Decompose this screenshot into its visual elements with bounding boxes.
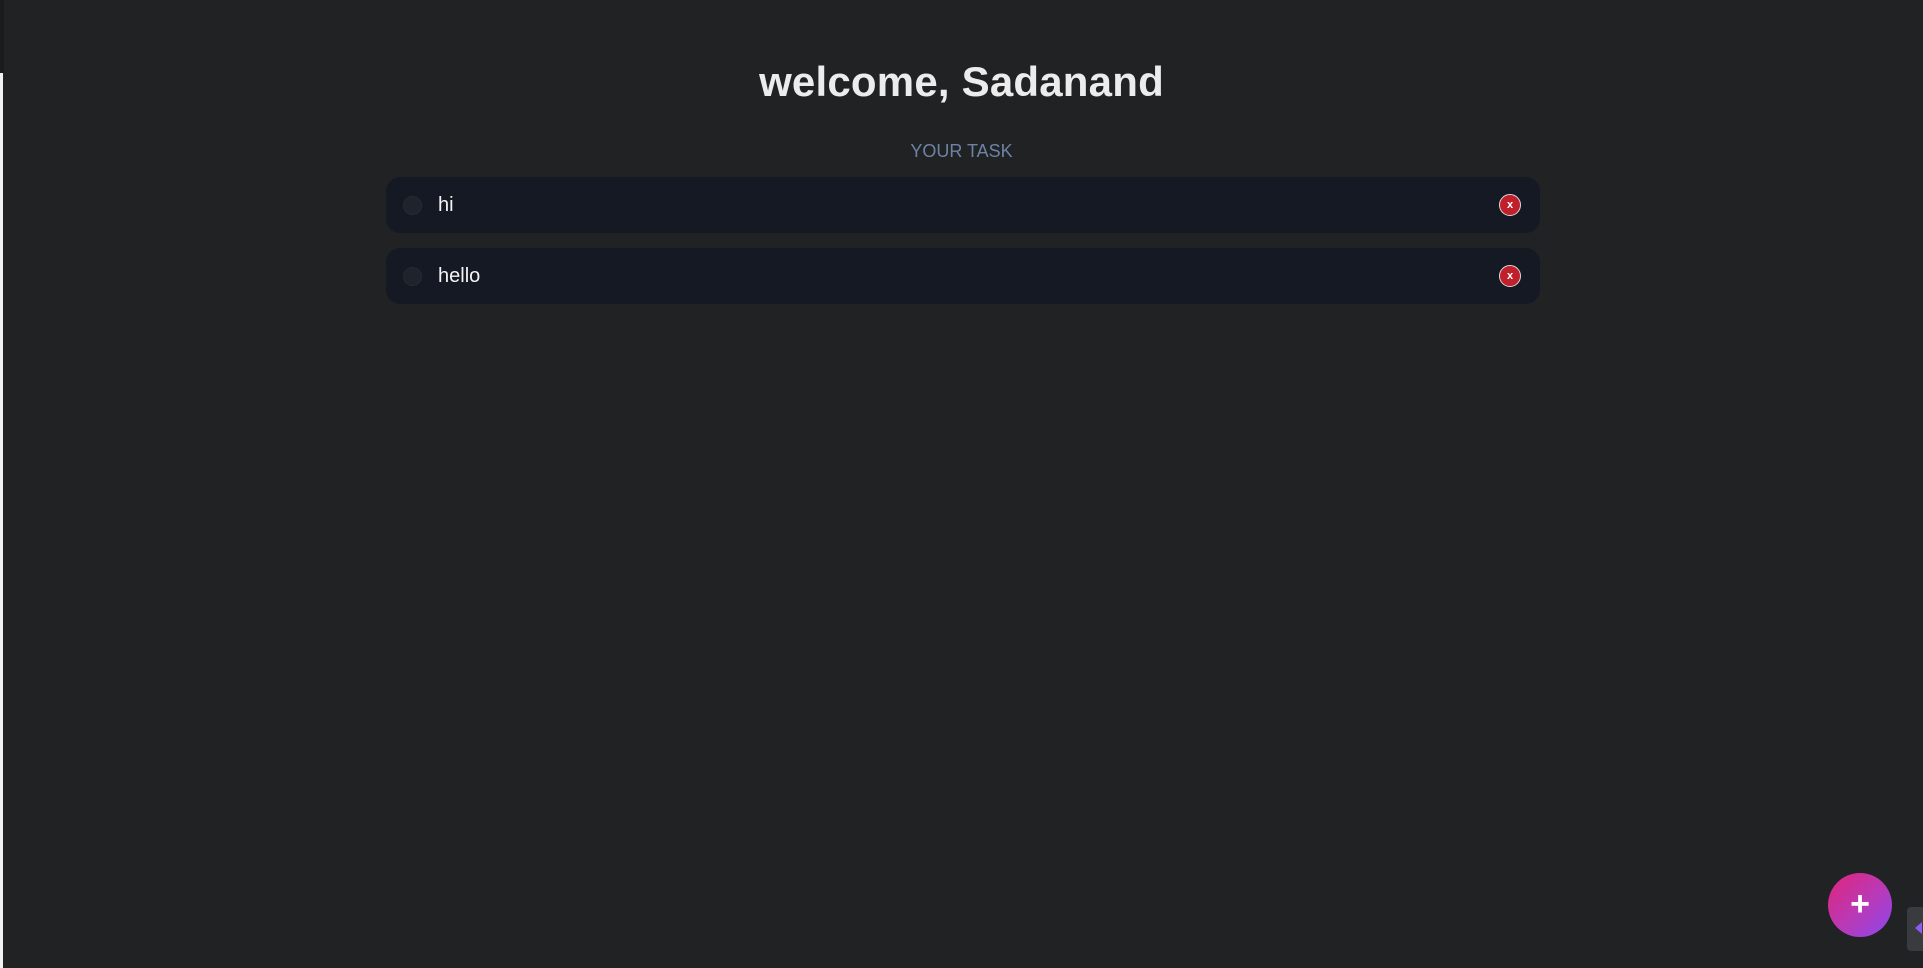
side-panel-toggle[interactable] <box>1907 907 1923 951</box>
section-subtitle: YOUR TASK <box>910 141 1013 161</box>
page-title: welcome, Sadanand <box>759 58 1164 105</box>
delete-task-button[interactable]: x <box>1499 194 1521 216</box>
add-task-button[interactable]: + <box>1828 873 1892 937</box>
task-checkbox[interactable] <box>403 267 422 286</box>
chevron-left-icon <box>1915 922 1922 934</box>
task-checkbox[interactable] <box>403 196 422 215</box>
left-edge-divider <box>0 73 3 968</box>
task-text: hello <box>438 265 481 287</box>
task-text: hi <box>438 194 454 216</box>
task-list: hi x hello x <box>386 177 1540 319</box>
task-item: hi x <box>386 177 1540 233</box>
task-item: hello x <box>386 248 1540 304</box>
plus-icon: + <box>1850 885 1870 923</box>
app-page: welcome, Sadanand YOUR TASK hi x hello x… <box>0 0 1923 968</box>
delete-task-button[interactable]: x <box>1499 265 1521 287</box>
